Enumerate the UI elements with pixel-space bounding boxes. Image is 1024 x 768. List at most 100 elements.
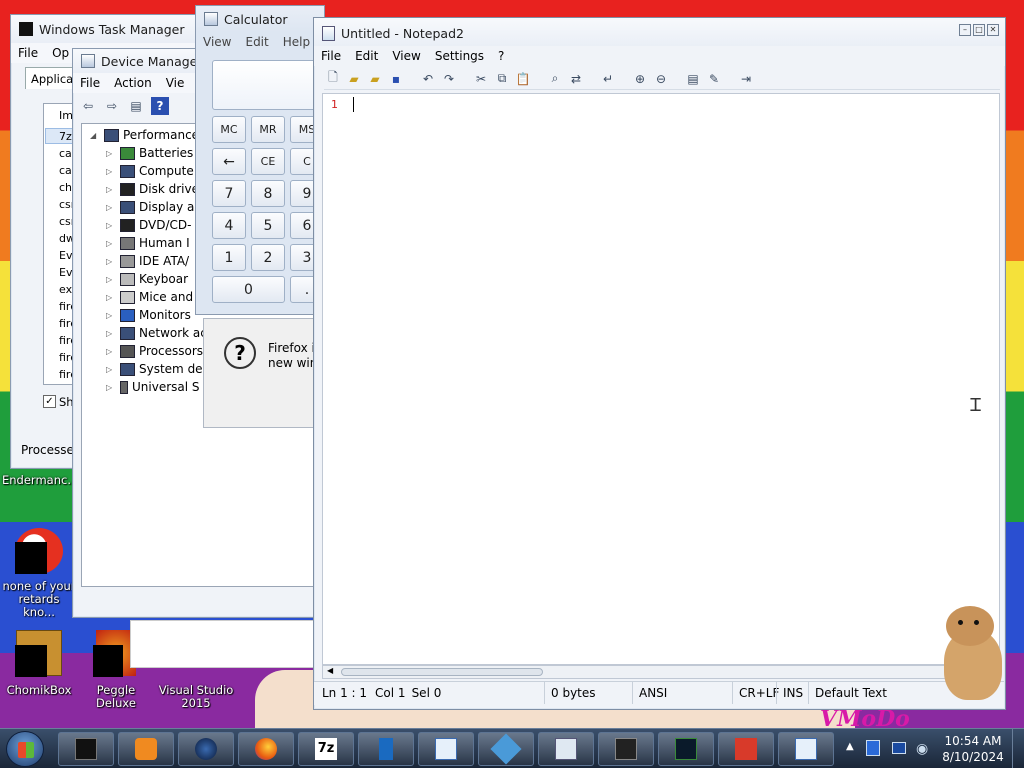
properties-icon[interactable]: ▤: [127, 97, 145, 115]
tree-root[interactable]: ◢ Performance: [90, 128, 199, 142]
tree-item[interactable]: ▷ Processors: [106, 344, 203, 358]
tray-icon[interactable]: [866, 740, 880, 756]
word-wrap-icon[interactable]: ↵: [599, 70, 617, 88]
menu-view[interactable]: Vie: [159, 73, 192, 93]
new-file-icon[interactable]: 🗋: [324, 70, 342, 88]
save-icon[interactable]: ▪: [387, 70, 405, 88]
taskbar-device-manager[interactable]: [598, 732, 654, 766]
backspace-button[interactable]: ←: [212, 148, 246, 175]
taskbar: 7z ▲ ◉ 10:54 AM 8/10/2024: [0, 728, 1024, 768]
tree-item[interactable]: ▷ Display a: [106, 200, 194, 214]
volume-icon[interactable]: ◉: [916, 741, 928, 757]
taskbar-firefox[interactable]: [238, 732, 294, 766]
horizontal-scrollbar[interactable]: ◀: [322, 665, 1000, 679]
scheme-icon[interactable]: ▤: [684, 70, 702, 88]
menu-file[interactable]: File: [73, 73, 107, 93]
show-hidden-icons-icon[interactable]: ▲: [846, 741, 854, 752]
menu-edit[interactable]: Edit: [238, 32, 275, 52]
ce-button[interactable]: CE: [251, 148, 285, 175]
notepad-titlebar[interactable]: Untitled - Notepad2: [314, 18, 1005, 48]
menu-edit[interactable]: Edit: [348, 46, 385, 66]
editor-area[interactable]: 1 Ꮖ: [322, 93, 1000, 665]
taskbar-notepad2[interactable]: [778, 732, 834, 766]
taskbar-7zip[interactable]: 7z: [298, 732, 354, 766]
network-icon[interactable]: [892, 742, 906, 754]
tree-item[interactable]: ▷ Mice and: [106, 290, 193, 304]
taskbar-media-player[interactable]: [118, 732, 174, 766]
paste-icon[interactable]: 📋: [514, 70, 532, 88]
maximize-button[interactable]: □: [973, 24, 985, 36]
tree-item[interactable]: ▷ Network ac: [106, 326, 207, 340]
tree-item[interactable]: ▷ Disk drive: [106, 182, 199, 196]
tree-item[interactable]: ▷ Human I: [106, 236, 190, 250]
forward-arrow-icon[interactable]: ⇨: [103, 97, 121, 115]
notepad2-window[interactable]: Untitled - Notepad2 – □ ✕ File Edit View…: [313, 17, 1006, 710]
help-icon[interactable]: ?: [151, 97, 169, 115]
hamster-gadget[interactable]: [938, 606, 1008, 704]
scroll-left-arrow-icon[interactable]: ◀: [327, 666, 333, 675]
firefox-dialog[interactable]: ? Firefox is new win: [203, 318, 323, 428]
tree-item[interactable]: ▷ Monitors: [106, 308, 191, 322]
menu-settings[interactable]: Settings: [428, 46, 491, 66]
open-folder-icon[interactable]: ▰: [345, 70, 363, 88]
mc-button[interactable]: MC: [212, 116, 246, 143]
start-button[interactable]: [6, 731, 44, 767]
tree-item[interactable]: ▷ System dev: [106, 362, 210, 376]
cut-icon[interactable]: ✂: [472, 70, 490, 88]
menu-view[interactable]: View: [385, 46, 427, 66]
digit-5-button[interactable]: 5: [251, 212, 285, 239]
digit-7-button[interactable]: 7: [212, 180, 246, 207]
desktop-icon-visual-studio[interactable]: Visual Studio 2015: [156, 684, 236, 710]
menu-view[interactable]: View: [196, 32, 238, 52]
undo-icon[interactable]: ↶: [419, 70, 437, 88]
digit-8-button[interactable]: 8: [251, 180, 285, 207]
digit-0-button[interactable]: 0: [212, 276, 285, 303]
tree-item[interactable]: ▷ Keyboar: [106, 272, 188, 286]
taskbar-calculator[interactable]: [538, 732, 594, 766]
replace-icon[interactable]: ⇄: [567, 70, 585, 88]
taskbar-app[interactable]: [478, 732, 534, 766]
show-desktop-button[interactable]: [1012, 729, 1024, 768]
close-button[interactable]: ✕: [987, 24, 999, 36]
clock-time[interactable]: 10:54 AM: [940, 734, 1006, 748]
menu-file[interactable]: File: [314, 46, 348, 66]
zoom-out-icon[interactable]: ⊖: [652, 70, 670, 88]
taskbar-app[interactable]: [718, 732, 774, 766]
window-title: Calculator: [224, 11, 288, 27]
document-icon: [435, 738, 457, 760]
desktop-icon-endermanch[interactable]: Endermanc...: [2, 474, 78, 487]
calculator-window[interactable]: Calculator View Edit Help MC MR MS ← CE …: [195, 5, 326, 315]
browse-icon[interactable]: ▰: [366, 70, 384, 88]
back-arrow-icon[interactable]: ⇦: [79, 97, 97, 115]
redo-icon[interactable]: ↷: [440, 70, 458, 88]
scrollbar-thumb[interactable]: [341, 668, 543, 676]
digit-1-button[interactable]: 1: [212, 244, 246, 271]
digit-4-button[interactable]: 4: [212, 212, 246, 239]
taskbar-app[interactable]: [358, 732, 414, 766]
keyboard-icon: [120, 272, 135, 286]
menu-file[interactable]: File: [11, 43, 45, 63]
menu-help[interactable]: Help: [276, 32, 317, 52]
exit-icon[interactable]: ⇥: [737, 70, 755, 88]
customize-scheme-icon[interactable]: ✎: [705, 70, 723, 88]
find-icon[interactable]: ⌕: [546, 70, 564, 88]
taskbar-resource-monitor[interactable]: [658, 732, 714, 766]
zoom-in-icon[interactable]: ⊕: [631, 70, 649, 88]
taskbar-app[interactable]: [418, 732, 474, 766]
tree-item[interactable]: ▷ Batteries: [106, 146, 193, 160]
digit-2-button[interactable]: 2: [251, 244, 285, 271]
taskbar-app[interactable]: [178, 732, 234, 766]
tree-item[interactable]: ▷ Universal S: [106, 380, 200, 394]
tree-item[interactable]: ▷ IDE ATA/: [106, 254, 189, 268]
menu-help[interactable]: ?: [491, 46, 511, 66]
minimize-button[interactable]: –: [959, 24, 971, 36]
copy-icon[interactable]: ⧉: [493, 70, 511, 88]
tree-item[interactable]: ▷ Compute: [106, 164, 194, 178]
show-all-checkbox[interactable]: ✓: [43, 395, 56, 408]
mr-button[interactable]: MR: [251, 116, 285, 143]
menu-action[interactable]: Action: [107, 73, 159, 93]
tree-item[interactable]: ▷ DVD/CD-: [106, 218, 191, 232]
taskbar-task-manager[interactable]: [58, 732, 114, 766]
clock-date[interactable]: 8/10/2024: [940, 750, 1006, 764]
calculator-titlebar[interactable]: Calculator: [196, 6, 324, 32]
